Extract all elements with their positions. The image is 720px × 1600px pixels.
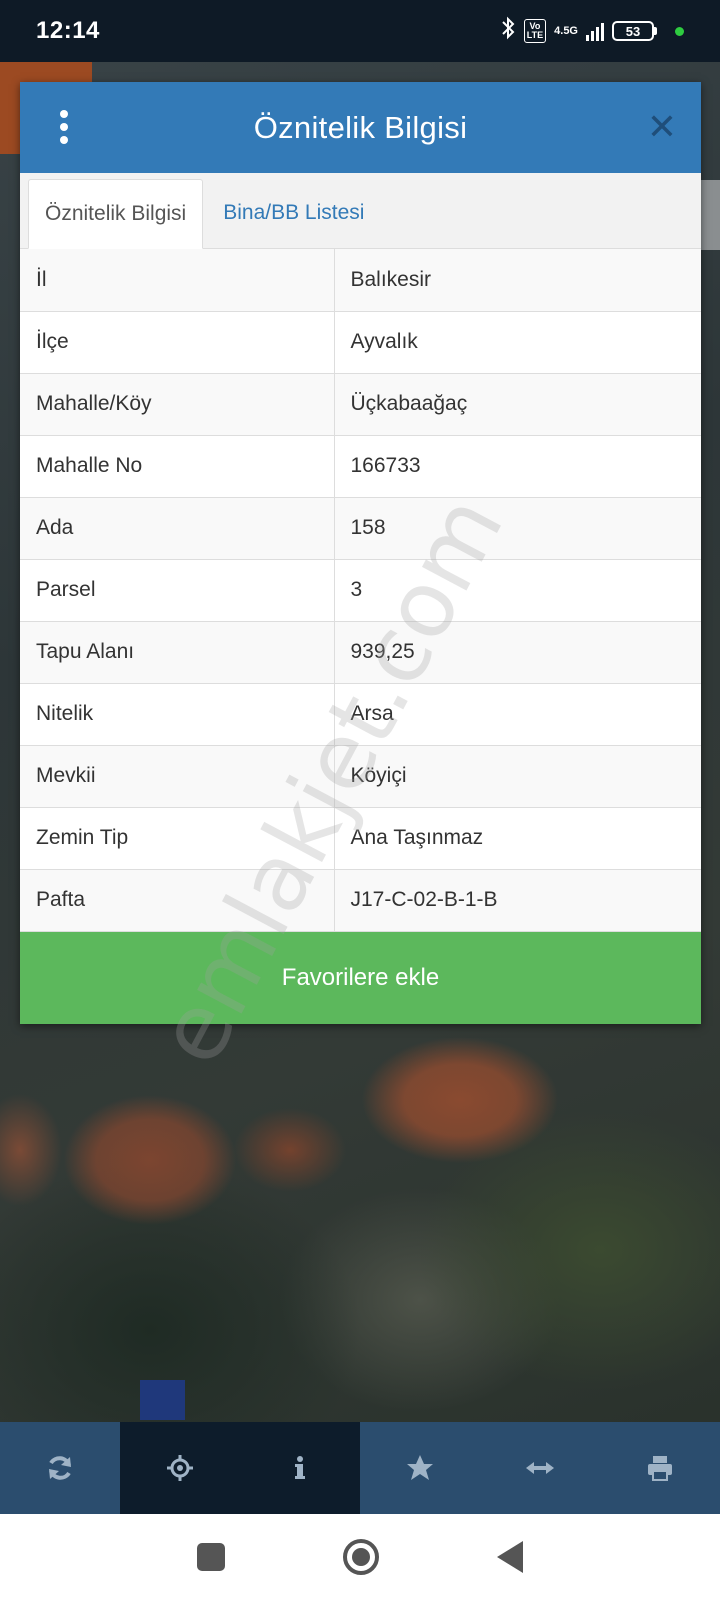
status-icons: Vo LTE 4.5G 53: [500, 16, 684, 46]
attribute-key: Mevkii: [20, 745, 335, 808]
table-row: İl Balıkesir: [20, 249, 701, 312]
crosshair-icon: [167, 1455, 193, 1481]
attribute-key: Ada: [20, 497, 335, 560]
info-icon: [295, 1456, 305, 1479]
bluetooth-icon: [500, 16, 516, 46]
network-type: 4.5G: [554, 24, 578, 37]
table-row: Mahalle/Köy Üçkabaağaç: [20, 373, 701, 436]
attribute-value: Üçkabaağaç: [334, 373, 701, 436]
favorites-button[interactable]: [360, 1422, 480, 1514]
table-row: İlçe Ayvalık: [20, 311, 701, 374]
attribute-key: Nitelik: [20, 683, 335, 746]
attribute-key: İlçe: [20, 311, 335, 374]
print-icon: [648, 1456, 672, 1481]
status-bar: 12:14 Vo LTE 4.5G 53: [0, 0, 720, 62]
battery-icon: 53: [612, 21, 657, 41]
table-row: Tapu Alanı 939,25: [20, 621, 701, 684]
table-row: Mevkii Köyiçi: [20, 745, 701, 808]
tab-building-list[interactable]: Bina/BB Listesi: [203, 178, 380, 248]
dialog-title: Öznitelik Bilgisi: [253, 109, 468, 145]
add-to-favorites-button[interactable]: Favorilere ekle: [20, 931, 701, 1024]
attribute-value: 158: [334, 497, 701, 560]
attribute-value: J17-C-02-B-1-B: [334, 869, 701, 932]
attribute-key: Tapu Alanı: [20, 621, 335, 684]
table-row: Pafta J17-C-02-B-1-B: [20, 869, 701, 932]
more-options-icon[interactable]: [52, 106, 76, 148]
attribute-value: 166733: [334, 435, 701, 498]
print-button[interactable]: [600, 1422, 720, 1514]
attribute-key: Pafta: [20, 869, 335, 932]
map-road-patch: [700, 180, 720, 250]
battery-level: 53: [612, 21, 654, 41]
dialog-header: Öznitelik Bilgisi ✕: [20, 82, 701, 173]
table-row: Nitelik Arsa: [20, 683, 701, 746]
bottom-toolbar: [0, 1422, 720, 1514]
attribute-value: 3: [334, 559, 701, 622]
android-nav-bar: [0, 1514, 720, 1600]
status-time: 12:14: [36, 17, 100, 44]
attribute-value: Ayvalık: [334, 311, 701, 374]
table-row: Mahalle No 166733: [20, 435, 701, 498]
attribute-key: İl: [20, 249, 335, 312]
attribute-value: Köyiçi: [334, 745, 701, 808]
home-button[interactable]: [343, 1539, 379, 1575]
table-row: Ada 158: [20, 497, 701, 560]
signal-icon: [586, 21, 604, 41]
table-row: Zemin Tip Ana Taşınmaz: [20, 807, 701, 870]
attribute-value: 939,25: [334, 621, 701, 684]
tab-attribute-info[interactable]: Öznitelik Bilgisi: [28, 179, 204, 249]
map-pool-patch: [140, 1380, 185, 1420]
refresh-icon: [49, 1456, 71, 1480]
table-row: Parsel 3: [20, 559, 701, 622]
attribute-value: Arsa: [334, 683, 701, 746]
info-button[interactable]: [240, 1422, 360, 1514]
volte-badge: Vo LTE: [523, 19, 547, 43]
attribute-key: Zemin Tip: [20, 807, 335, 870]
star-icon: [407, 1455, 433, 1480]
attribute-value: Ana Taşınmaz: [334, 807, 701, 870]
measure-icon: [526, 1462, 554, 1474]
recents-button[interactable]: [197, 1543, 225, 1571]
close-icon[interactable]: ✕: [647, 107, 677, 147]
tab-bar: Öznitelik Bilgisi Bina/BB Listesi: [20, 173, 701, 249]
privacy-indicator-dot: [675, 26, 684, 36]
attribute-value: Balıkesir: [334, 249, 701, 312]
attribute-dialog: Öznitelik Bilgisi ✕ Öznitelik Bilgisi Bi…: [20, 82, 701, 1024]
back-button[interactable]: [497, 1541, 523, 1573]
measure-button[interactable]: [480, 1422, 600, 1514]
attribute-key: Mahalle/Köy: [20, 373, 335, 436]
attribute-table: İl Balıkesir İlçe Ayvalık Mahalle/Köy Üçkab…: [20, 249, 701, 932]
refresh-button[interactable]: [0, 1422, 120, 1514]
attribute-key: Mahalle No: [20, 435, 335, 498]
attribute-key: Parsel: [20, 559, 335, 622]
locate-button[interactable]: [120, 1422, 240, 1514]
